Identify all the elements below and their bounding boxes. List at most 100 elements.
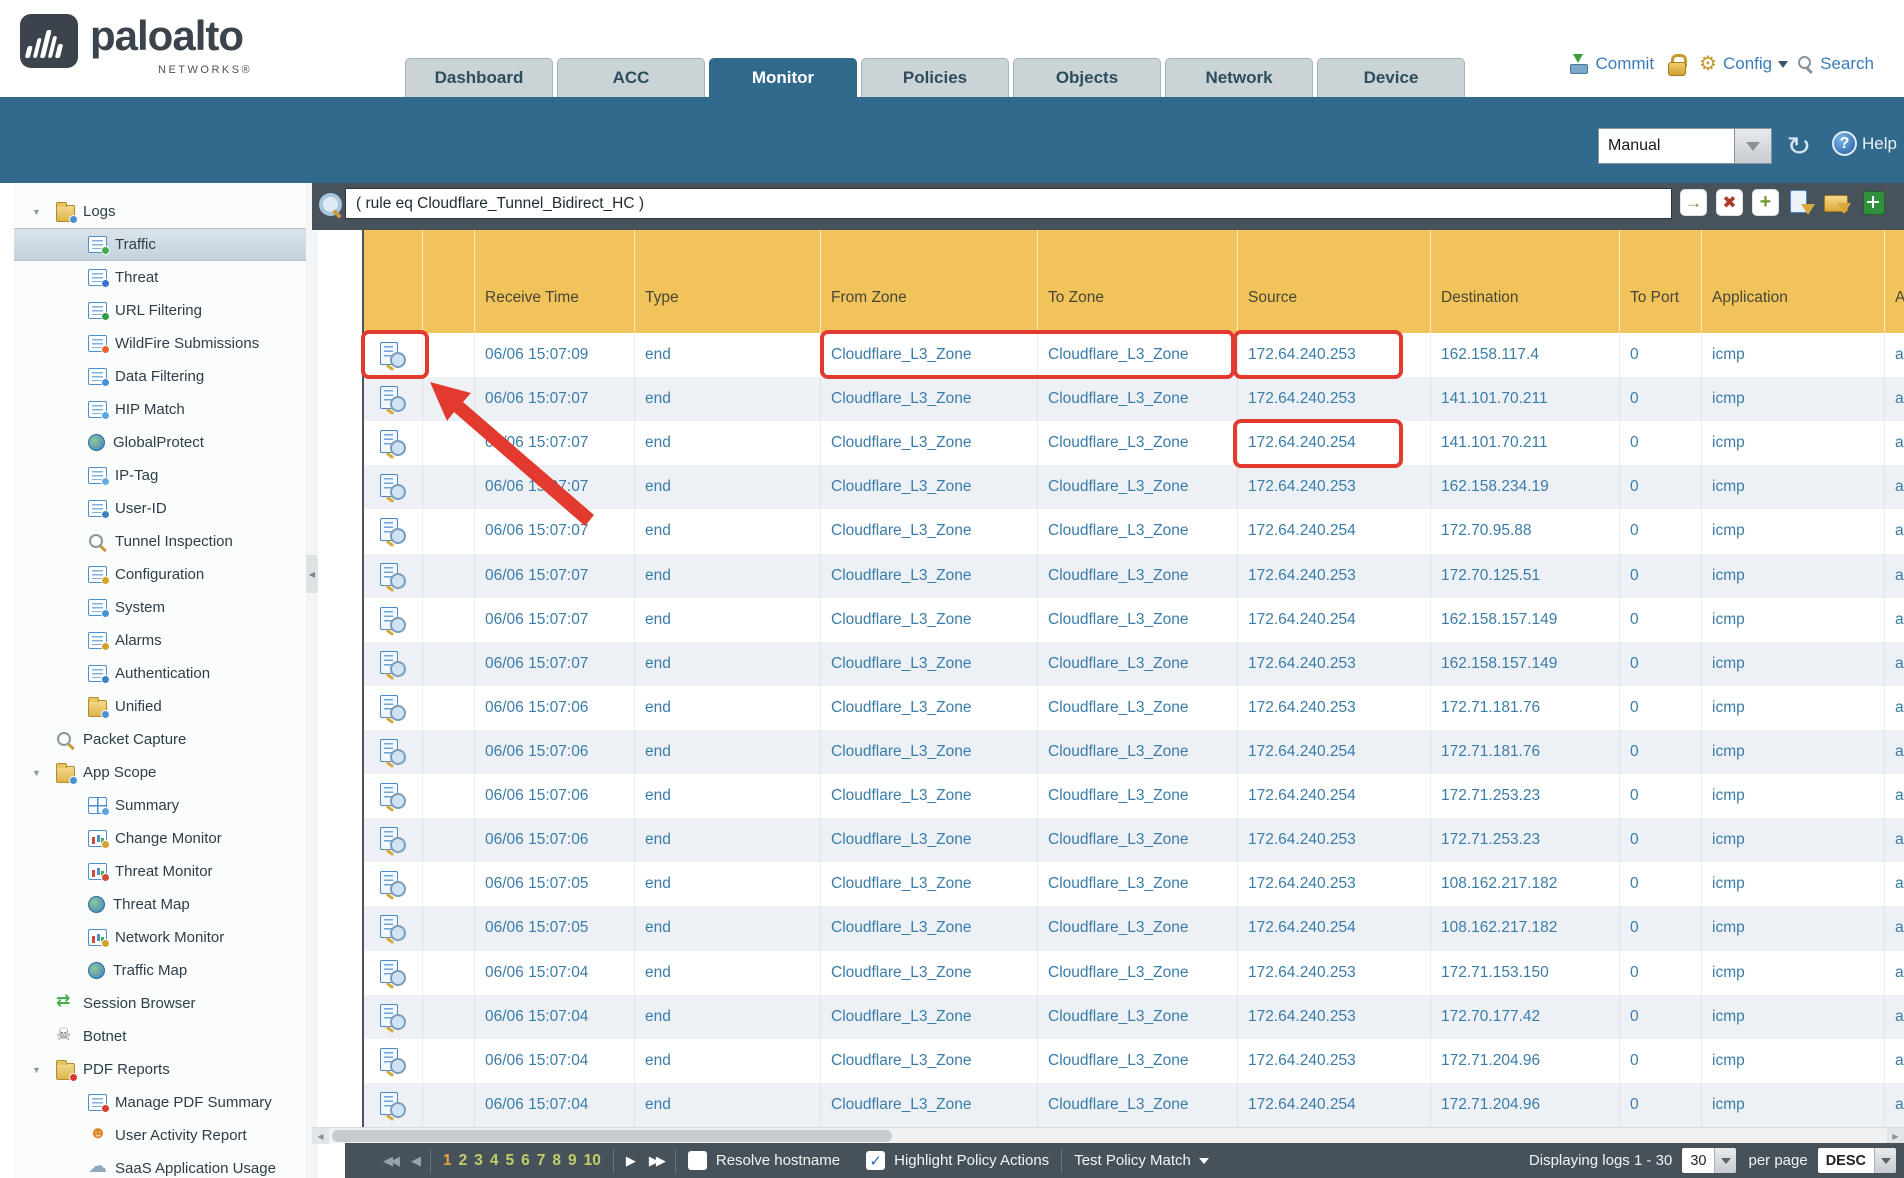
- to-zone-cell[interactable]: Cloudflare_L3_Zone: [1038, 951, 1238, 995]
- log-detail-icon[interactable]: [378, 474, 408, 500]
- from-zone-cell[interactable]: Cloudflare_L3_Zone: [821, 686, 1038, 730]
- column-header-a[interactable]: A: [1885, 230, 1904, 333]
- page-number-3[interactable]: 3: [474, 1152, 483, 1170]
- type-cell[interactable]: end: [635, 730, 821, 774]
- destination-cell[interactable]: 172.71.153.150: [1431, 951, 1620, 995]
- refresh-mode-select[interactable]: Manual: [1598, 128, 1772, 164]
- expander-icon[interactable]: ▼: [32, 1065, 56, 1075]
- sort-order-select[interactable]: DESC: [1818, 1148, 1896, 1173]
- to-port-cell[interactable]: 0: [1620, 730, 1702, 774]
- application-cell[interactable]: icmp: [1702, 333, 1885, 377]
- refresh-mode-dropdown-arrow[interactable]: [1735, 128, 1772, 164]
- log-detail-icon[interactable]: [378, 1004, 408, 1030]
- sidebar-item-authentication[interactable]: Authentication: [14, 657, 306, 690]
- source-cell[interactable]: 172.64.240.253: [1238, 377, 1431, 421]
- source-cell[interactable]: 172.64.240.254: [1238, 598, 1431, 642]
- tab-dashboard[interactable]: Dashboard: [405, 58, 553, 97]
- to-zone-cell[interactable]: Cloudflare_L3_Zone: [1038, 554, 1238, 598]
- action-cell[interactable]: a: [1885, 598, 1904, 642]
- source-cell[interactable]: 172.64.240.254: [1238, 906, 1431, 950]
- to-zone-cell[interactable]: Cloudflare_L3_Zone: [1038, 730, 1238, 774]
- action-cell[interactable]: a: [1885, 333, 1904, 377]
- application-cell[interactable]: icmp: [1702, 1039, 1885, 1083]
- prev-page-icon[interactable]: ◀: [411, 1153, 418, 1169]
- last-page-icon[interactable]: ▶▶: [649, 1153, 663, 1169]
- type-cell[interactable]: end: [635, 686, 821, 730]
- sidebar-item-network-monitor[interactable]: Network Monitor: [14, 921, 306, 954]
- lock-icon[interactable]: [1668, 54, 1685, 74]
- to-port-cell[interactable]: 0: [1620, 333, 1702, 377]
- destination-cell[interactable]: 141.101.70.211: [1431, 421, 1620, 465]
- saved-filters-icon[interactable]: [1824, 189, 1851, 216]
- to-port-cell[interactable]: 0: [1620, 906, 1702, 950]
- application-cell[interactable]: icmp: [1702, 465, 1885, 509]
- application-cell[interactable]: icmp: [1702, 862, 1885, 906]
- to-zone-cell[interactable]: Cloudflare_L3_Zone: [1038, 774, 1238, 818]
- to-zone-cell[interactable]: Cloudflare_L3_Zone: [1038, 818, 1238, 862]
- from-zone-cell[interactable]: Cloudflare_L3_Zone: [821, 333, 1038, 377]
- to-zone-cell[interactable]: Cloudflare_L3_Zone: [1038, 377, 1238, 421]
- source-cell[interactable]: 172.64.240.253: [1238, 554, 1431, 598]
- log-detail-icon[interactable]: [378, 915, 408, 941]
- filter-query-input[interactable]: ( rule eq Cloudflare_Tunnel_Bidirect_HC …: [345, 188, 1672, 219]
- action-cell[interactable]: a: [1885, 774, 1904, 818]
- action-cell[interactable]: a: [1885, 951, 1904, 995]
- from-zone-cell[interactable]: Cloudflare_L3_Zone: [821, 554, 1038, 598]
- type-cell[interactable]: end: [635, 995, 821, 1039]
- from-zone-cell[interactable]: Cloudflare_L3_Zone: [821, 465, 1038, 509]
- to-port-cell[interactable]: 0: [1620, 818, 1702, 862]
- page-number-6[interactable]: 6: [521, 1152, 530, 1170]
- column-header-type[interactable]: Type: [635, 230, 821, 333]
- action-cell[interactable]: a: [1885, 509, 1904, 553]
- log-detail-icon[interactable]: [378, 1092, 408, 1118]
- test-policy-match-button[interactable]: Test Policy Match: [1074, 1152, 1209, 1169]
- to-zone-cell[interactable]: Cloudflare_L3_Zone: [1038, 333, 1238, 377]
- type-cell[interactable]: end: [635, 818, 821, 862]
- from-zone-cell[interactable]: Cloudflare_L3_Zone: [821, 818, 1038, 862]
- column-header-source[interactable]: Source: [1238, 230, 1431, 333]
- log-detail-icon[interactable]: [378, 430, 408, 456]
- sidebar-item-traffic[interactable]: Traffic: [14, 228, 306, 261]
- application-cell[interactable]: icmp: [1702, 774, 1885, 818]
- to-port-cell[interactable]: 0: [1620, 686, 1702, 730]
- from-zone-cell[interactable]: Cloudflare_L3_Zone: [821, 951, 1038, 995]
- sidebar-item-pdf-reports[interactable]: ▼ PDF Reports: [14, 1053, 306, 1086]
- from-zone-cell[interactable]: Cloudflare_L3_Zone: [821, 1039, 1038, 1083]
- from-zone-cell[interactable]: Cloudflare_L3_Zone: [821, 377, 1038, 421]
- action-cell[interactable]: a: [1885, 686, 1904, 730]
- tab-objects[interactable]: Objects: [1013, 58, 1161, 97]
- resolve-hostname-checkbox[interactable]: [688, 1151, 707, 1170]
- highlight-policy-toggle[interactable]: ✓ Highlight Policy Actions: [866, 1151, 1049, 1170]
- action-cell[interactable]: a: [1885, 642, 1904, 686]
- source-cell[interactable]: 172.64.240.253: [1238, 333, 1431, 377]
- column-header-application[interactable]: Application: [1702, 230, 1885, 333]
- type-cell[interactable]: end: [635, 862, 821, 906]
- to-port-cell[interactable]: 0: [1620, 1083, 1702, 1127]
- type-cell[interactable]: end: [635, 509, 821, 553]
- next-page-icon[interactable]: ▶: [626, 1153, 633, 1169]
- column-header-to-port[interactable]: To Port: [1620, 230, 1702, 333]
- sort-order-dropdown-arrow[interactable]: [1874, 1148, 1896, 1173]
- refresh-icon[interactable]: ↻: [1786, 131, 1811, 162]
- to-zone-cell[interactable]: Cloudflare_L3_Zone: [1038, 906, 1238, 950]
- type-cell[interactable]: end: [635, 1039, 821, 1083]
- application-cell[interactable]: icmp: [1702, 686, 1885, 730]
- sidebar-collapse-handle[interactable]: ◀: [306, 555, 318, 593]
- sidebar-item-user-id[interactable]: User-ID: [14, 492, 306, 525]
- horizontal-scrollbar[interactable]: ◀ ▶: [312, 1127, 1904, 1143]
- sidebar-item-change-monitor[interactable]: Change Monitor: [14, 822, 306, 855]
- column-header-to-zone[interactable]: To Zone: [1038, 230, 1238, 333]
- page-number-9[interactable]: 9: [568, 1152, 577, 1170]
- destination-cell[interactable]: 172.71.253.23: [1431, 818, 1620, 862]
- type-cell[interactable]: end: [635, 554, 821, 598]
- from-zone-cell[interactable]: Cloudflare_L3_Zone: [821, 995, 1038, 1039]
- destination-cell[interactable]: 162.158.117.4: [1431, 333, 1620, 377]
- destination-cell[interactable]: 162.158.234.19: [1431, 465, 1620, 509]
- type-cell[interactable]: end: [635, 465, 821, 509]
- from-zone-cell[interactable]: Cloudflare_L3_Zone: [821, 421, 1038, 465]
- column-header[interactable]: [364, 230, 423, 333]
- application-cell[interactable]: icmp: [1702, 730, 1885, 774]
- action-cell[interactable]: a: [1885, 465, 1904, 509]
- sidebar-item-unified[interactable]: Unified: [14, 690, 306, 723]
- source-cell[interactable]: 172.64.240.253: [1238, 818, 1431, 862]
